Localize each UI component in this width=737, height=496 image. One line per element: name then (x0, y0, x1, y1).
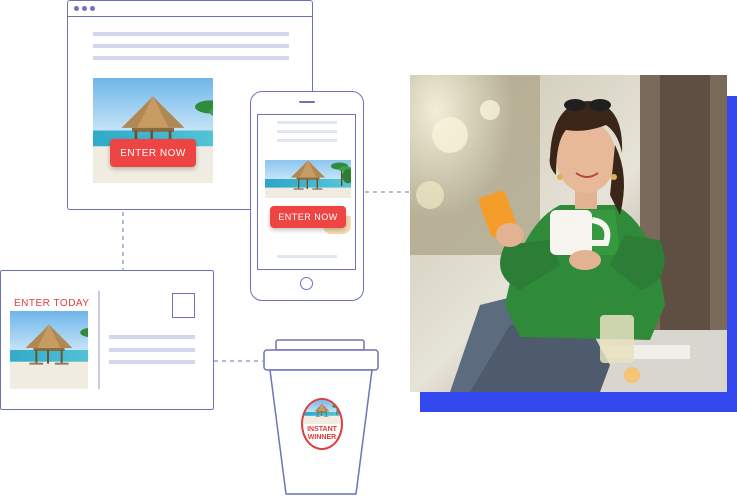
phone-home-button[interactable] (300, 277, 313, 290)
enter-now-button[interactable]: ENTER NOW (270, 206, 346, 228)
badge-line1: INSTANT (307, 426, 337, 433)
beach-photo (10, 311, 88, 389)
beach-photo (303, 400, 341, 424)
window-dots-icon (74, 6, 95, 11)
beach-photo (265, 160, 351, 198)
beach-photo (93, 78, 213, 183)
stamp-box (172, 293, 195, 318)
postcard: ENTER TODAY (0, 270, 214, 410)
instant-winner-badge: INSTANT WINNER (301, 398, 343, 450)
postcard-divider (98, 291, 100, 389)
phone-mockup: ENTER NOW (250, 91, 364, 301)
enter-now-button[interactable]: ENTER NOW (110, 139, 196, 167)
browser-titlebar (68, 1, 312, 17)
postcard-heading: ENTER TODAY (14, 298, 90, 309)
phone-speaker (299, 101, 315, 103)
woman-photo (410, 75, 727, 392)
badge-line2: WINNER (307, 434, 337, 441)
